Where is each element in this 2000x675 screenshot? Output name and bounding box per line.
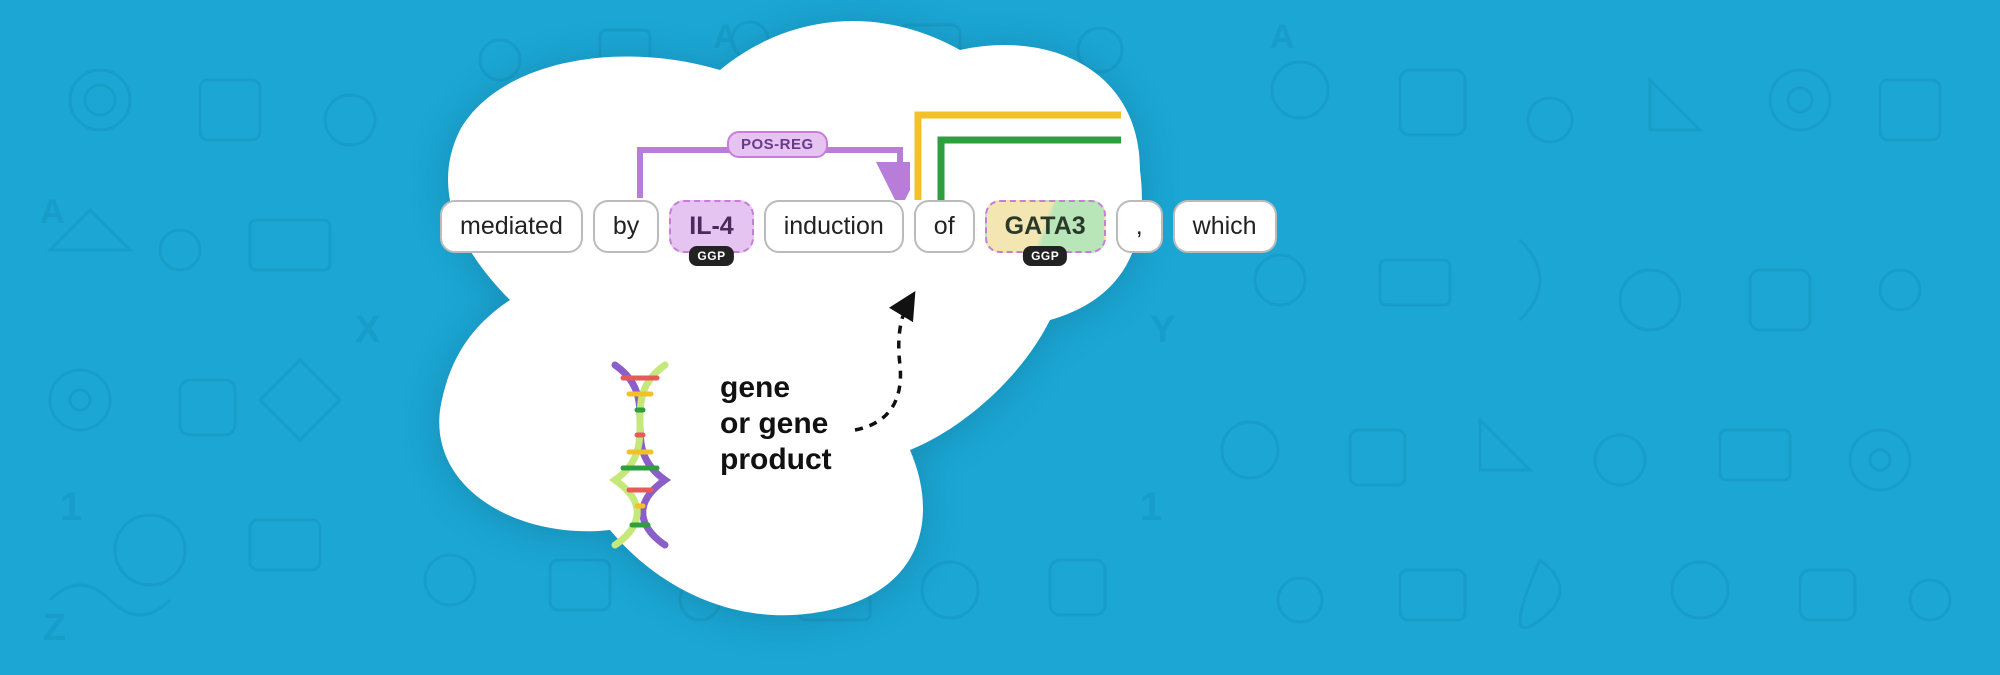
token-entity-gata3: GATA3 GGP: [985, 200, 1106, 253]
svg-text:A: A: [1270, 18, 1295, 56]
caption-line: product: [720, 442, 832, 478]
token-comma: ,: [1116, 200, 1163, 253]
token-text: IL-4: [689, 212, 733, 240]
token-entity-il4: IL-4 GGP: [669, 200, 753, 253]
ggp-badge: GGP: [689, 246, 733, 266]
caption-text: gene or gene product: [720, 370, 832, 478]
token-which: which: [1173, 200, 1277, 253]
svg-text:1: 1: [60, 485, 82, 529]
corner-brackets: [896, 95, 1126, 205]
caption-line: gene: [720, 370, 832, 406]
ggp-badge: GGP: [1023, 246, 1067, 266]
dna-icon: [585, 350, 695, 550]
svg-text:Z: Z: [43, 607, 66, 649]
token-by: by: [593, 200, 659, 253]
diagram-content: POS-REG mediated by IL-4 GGP induction o…: [400, 10, 1180, 650]
token-text: GATA3: [1005, 212, 1086, 240]
caption-line: or gene: [720, 406, 832, 442]
token-mediated: mediated: [440, 200, 583, 253]
token-of: of: [914, 200, 975, 253]
token-row: mediated by IL-4 GGP induction of GATA3 …: [440, 200, 1277, 253]
svg-text:X: X: [355, 309, 381, 351]
relation-label: POS-REG: [727, 131, 828, 158]
svg-text:A: A: [40, 193, 65, 231]
token-induction: induction: [764, 200, 904, 253]
pointer-arrow: [845, 290, 945, 440]
